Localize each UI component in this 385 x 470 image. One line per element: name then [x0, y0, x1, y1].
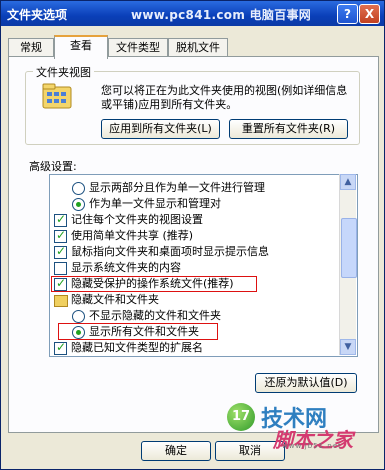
highlight-box [58, 323, 218, 340]
scroll-up-icon[interactable]: ▲ [340, 174, 356, 190]
folder-view-icon [42, 83, 72, 109]
ok-button[interactable]: 确定 [141, 441, 211, 461]
checkbox[interactable] [54, 339, 67, 355]
tab-file-types[interactable]: 文件类型 [108, 38, 168, 57]
title-bar[interactable]: 文件夹选项 www.pc841.com 电脑百事网 ? X [1, 1, 384, 26]
vertical-scrollbar[interactable]: ▲ ▼ [339, 174, 357, 355]
tab-view[interactable]: 查看 [54, 35, 108, 59]
help-button[interactable]: ? [337, 4, 358, 24]
highlight-box [51, 276, 257, 292]
reset-all-folders-button[interactable]: 重置所有文件夹(R) [229, 119, 348, 139]
restore-defaults-button[interactable]: 还原为默认值(D) [255, 373, 357, 393]
scroll-thumb[interactable] [341, 218, 357, 278]
radio-button[interactable] [72, 310, 85, 323]
folder-view-title: 文件夹视图 [33, 64, 94, 80]
dialog-window: 文件夹选项 www.pc841.com 电脑百事网 ? X 常规 查看 文件类型… [0, 0, 385, 470]
window-title: 文件夹选项 [7, 8, 68, 22]
radio-button[interactable] [72, 182, 85, 195]
folder-icon [54, 295, 68, 307]
advanced-settings-list[interactable]: 显示两部分且作为单一文件进行管理 作为单一文件显示和管理对 记住每个文件夹的视图… [49, 174, 358, 357]
radio-button[interactable] [72, 198, 85, 211]
close-button[interactable]: X [359, 4, 380, 24]
checkbox[interactable] [54, 262, 67, 275]
scroll-down-icon[interactable]: ▼ [340, 339, 356, 355]
advanced-settings-label: 高级设置: [29, 160, 77, 173]
watermark-text: www.pc841.com 电脑百事网 [131, 8, 312, 22]
checkbox[interactable] [54, 211, 67, 227]
apply-to-all-folders-button[interactable]: 应用到所有文件夹(L) [101, 119, 220, 139]
logo-badge: 17 [227, 403, 255, 431]
checkbox[interactable] [54, 243, 67, 259]
site-logo-watermark: 17 技术网 脚本之家 www.jb51.net [227, 401, 377, 452]
checkbox[interactable] [54, 227, 67, 243]
logo-line3: www.jb51.net [282, 442, 342, 450]
tab-offline-files[interactable]: 脱机文件 [168, 38, 228, 57]
tab-general[interactable]: 常规 [8, 38, 54, 57]
folder-view-description: 您可以将正在为此文件夹使用的视图(例如详细信息或平铺)应用到所有文件夹。 [101, 84, 348, 111]
